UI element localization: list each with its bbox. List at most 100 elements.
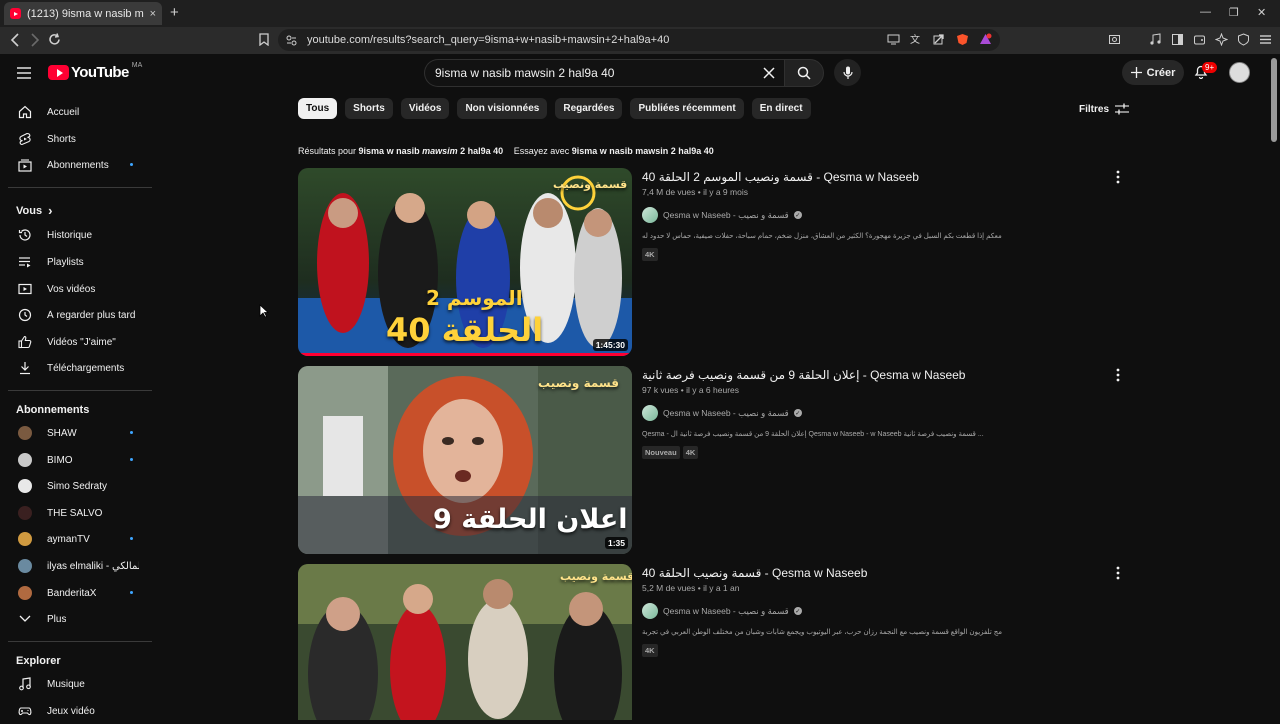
sidebar-subscription-bimo[interactable]: BIMO <box>8 447 152 473</box>
browser-menu-icon[interactable] <box>1259 33 1272 46</box>
wallet-icon[interactable] <box>1193 33 1206 46</box>
sidebar-subscription-shaw[interactable]: SHAW <box>8 420 152 446</box>
leo-ai-icon[interactable] <box>1215 33 1228 46</box>
brave-rewards-icon[interactable] <box>979 33 992 46</box>
chip-all[interactable]: Tous <box>298 98 338 119</box>
video-result[interactable]: قسمة ونصيب قسمة ونصيب الحلقة 40 - Qesma … <box>298 564 1128 720</box>
sidebar-item-label: Accueil <box>47 106 80 118</box>
video-title[interactable]: قسمة ونصيب الموسم 2 الحلقة 40 - Qesma w … <box>642 170 919 184</box>
sidebar-item-playlists[interactable]: Playlists <box>8 249 152 275</box>
chip-recently-uploaded[interactable]: Publiées récemment <box>630 98 744 119</box>
channel-avatar <box>17 585 33 601</box>
sidebar-item-show-more[interactable]: Plus <box>8 606 152 632</box>
sidebar-item-liked-videos[interactable]: Vidéos "J'aime" <box>8 329 152 355</box>
video-result[interactable]: قسمة ونصيب الموسم 2 الحلقة 40 1:45:30 قس… <box>298 168 1128 356</box>
sidebar-subscription-aymantv[interactable]: aymanTV <box>8 526 152 552</box>
chip-unwatched[interactable]: Non visionnées <box>457 98 548 119</box>
chip-live[interactable]: En direct <box>751 98 811 119</box>
back-arrow-icon[interactable] <box>10 33 20 47</box>
new-tab-button[interactable]: + <box>170 4 179 21</box>
chip-watched[interactable]: Regardées <box>555 98 623 119</box>
logo-text: YouTube <box>71 64 129 81</box>
sidebar-item-shorts[interactable]: Shorts <box>8 126 152 152</box>
window-minimize-button[interactable]: — <box>1200 6 1211 18</box>
channel-avatar <box>17 531 33 547</box>
more-actions-icon[interactable] <box>1116 566 1120 580</box>
chip-shorts[interactable]: Shorts <box>345 98 393 119</box>
tab-close-icon[interactable]: × <box>150 8 156 20</box>
video-result[interactable]: قسمة ونصيب اعلان الحلقة 9 1:35 إعلان الح… <box>298 366 1128 554</box>
forward-arrow-icon[interactable] <box>30 33 40 47</box>
original-query-link[interactable]: 9isma w nasib mawsin 2 hal9a 40 <box>572 146 714 156</box>
browser-tab[interactable]: (1213) 9isma w nasib mawsin 2 hal9a 40 -… <box>4 2 162 25</box>
search-input[interactable] <box>435 66 755 80</box>
channel-name[interactable]: Qesma w Naseeb - قسمة و نصيب <box>663 210 789 221</box>
sidebar-item-watch-later[interactable]: À regarder plus tard <box>8 302 152 328</box>
video-thumbnail[interactable]: قسمة ونصيب الموسم 2 الحلقة 40 1:45:30 <box>298 168 632 356</box>
site-settings-icon[interactable] <box>286 35 297 46</box>
create-button[interactable]: Créer <box>1122 60 1184 85</box>
sidebar-item-gaming[interactable]: Jeux vidéo <box>8 698 152 724</box>
sidebar-subscription-the-salvo[interactable]: THE SALVO <box>8 500 152 526</box>
channel-name[interactable]: Qesma w Naseeb - قسمة و نصيب <box>663 408 789 419</box>
video-badges: 4K <box>642 644 658 657</box>
country-code: MA <box>131 62 143 69</box>
vpn-icon[interactable] <box>1237 33 1250 46</box>
search-button[interactable] <box>784 59 824 87</box>
sidebar-subscription-ilyas-elmaliki[interactable]: ilyas elmaliki - الياس المالكي <box>8 553 152 579</box>
notification-count-badge: 9+ <box>1202 62 1218 73</box>
media-icon[interactable] <box>1149 33 1162 46</box>
corrected-query-part-a[interactable]: 9isma w nasib <box>359 146 420 156</box>
filters-button[interactable]: Filtres <box>1079 103 1130 115</box>
bookmark-icon[interactable] <box>259 33 269 46</box>
channel-avatar[interactable] <box>642 207 658 223</box>
channel-name[interactable]: Qesma w Naseeb - قسمة و نصيب <box>663 606 789 617</box>
channel-link[interactable]: Qesma w Naseeb - قسمة و نصيب ✓ <box>642 405 802 421</box>
sidebar-item-label: Plus <box>47 613 67 625</box>
clear-search-icon[interactable] <box>762 66 776 80</box>
video-duration: 1:45:30 <box>592 339 628 351</box>
channel-avatar[interactable] <box>642 603 658 619</box>
hamburger-menu-icon[interactable] <box>17 67 31 79</box>
corrected-query-part-c[interactable]: 2 hal9a 40 <box>460 146 503 156</box>
corrected-query-part-b[interactable]: mawsim <box>422 146 458 156</box>
you-section-heading[interactable]: Vous › <box>16 203 52 218</box>
video-thumbnail[interactable]: قسمة ونصيب اعلان الحلقة 9 1:35 <box>298 366 632 554</box>
sidebar-subscription-banderitax[interactable]: BanderitaX <box>8 580 152 606</box>
channel-link[interactable]: Qesma w Naseeb - قسمة و نصيب ✓ <box>642 603 802 619</box>
sidebar-item-label: Téléchargements <box>47 362 125 374</box>
video-thumbnail[interactable]: قسمة ونصيب <box>298 564 632 720</box>
sidebar-item-your-videos[interactable]: Vos vidéos <box>8 276 152 302</box>
window-close-button[interactable]: ✕ <box>1257 6 1266 19</box>
sidebar-toggle-icon[interactable] <box>1171 33 1184 46</box>
chip-videos[interactable]: Vidéos <box>400 98 450 119</box>
voice-search-button[interactable] <box>834 59 861 86</box>
subscription-label: SHAW <box>47 427 77 439</box>
sidebar-item-home[interactable]: Accueil <box>8 99 152 125</box>
cast-icon[interactable] <box>887 33 900 46</box>
brave-shield-icon[interactable] <box>956 33 969 46</box>
more-actions-icon[interactable] <box>1116 368 1120 382</box>
channel-avatar[interactable] <box>642 405 658 421</box>
sidebar-subscription-simo-sedraty[interactable]: Simo Sedraty <box>8 473 152 499</box>
channel-link[interactable]: Qesma w Naseeb - قسمة و نصيب ✓ <box>642 207 802 223</box>
page-scrollbar[interactable] <box>1271 58 1277 142</box>
share-icon[interactable] <box>933 33 946 46</box>
window-restore-button[interactable]: ❐ <box>1229 6 1239 19</box>
sidebar-item-music[interactable]: Musique <box>8 671 152 697</box>
youtube-logo[interactable]: YouTube MA <box>48 62 143 81</box>
reload-icon[interactable] <box>48 33 61 46</box>
account-avatar[interactable] <box>1229 62 1250 83</box>
screenshot-extension-icon[interactable] <box>1108 33 1121 46</box>
sidebar-item-subscriptions[interactable]: Abonnements <box>8 152 152 178</box>
sidebar-divider <box>8 390 152 391</box>
video-title[interactable]: قسمة ونصيب الحلقة 40 - Qesma w Naseeb <box>642 566 867 580</box>
sliders-icon <box>1115 103 1130 115</box>
more-actions-icon[interactable] <box>1116 170 1120 184</box>
sidebar-item-downloads[interactable]: Téléchargements <box>8 355 152 381</box>
translate-icon[interactable]: 文 <box>910 33 923 46</box>
url-field[interactable]: youtube.com/results?search_query=9isma+w… <box>278 29 1000 51</box>
video-title[interactable]: إعلان الحلقة 9 من قسمة ونصيب فرصة ثانية … <box>642 368 965 382</box>
toolbar-spacer <box>1130 33 1140 46</box>
sidebar-item-history[interactable]: Historique <box>8 222 152 248</box>
